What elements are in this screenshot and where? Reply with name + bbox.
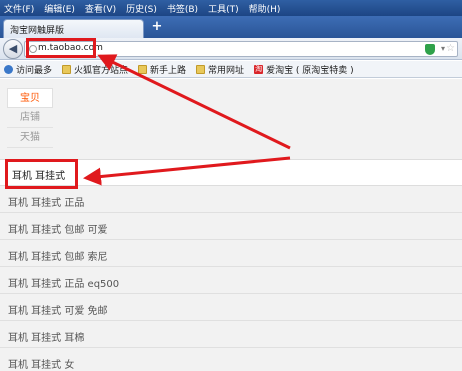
suggestion-item[interactable]: 耳机 耳挂式 包邮 索尼 bbox=[0, 241, 462, 267]
category-item-baobei[interactable]: 宝贝 bbox=[7, 88, 53, 108]
bookmark-common-sites[interactable]: 常用网址 bbox=[196, 63, 244, 76]
bookmark-getting-started[interactable]: 新手上路 bbox=[138, 63, 186, 76]
category-item-shop[interactable]: 店铺 bbox=[7, 108, 53, 128]
bookmark-label: 访问最多 bbox=[16, 65, 53, 76]
suggestion-item[interactable]: 耳机 耳挂式 正品 eq500 bbox=[0, 268, 462, 294]
folder-icon bbox=[62, 64, 72, 74]
folder-icon bbox=[138, 64, 148, 74]
bookmark-ai-taobao[interactable]: 淘 爱淘宝 ( 原淘宝特卖 ) bbox=[254, 63, 354, 76]
suggestion-text: 耳机 耳挂式 正品 eq500 bbox=[8, 279, 120, 290]
menu-bar: 文件(F) 编辑(E) 查看(V) 历史(S) 书签(B) 工具(T) 帮助(H… bbox=[0, 0, 462, 16]
suggestion-item[interactable]: 耳机 耳挂式 包邮 可爱 bbox=[0, 214, 462, 240]
tab-strip: 淘宝网触屏版 + bbox=[0, 16, 462, 38]
suggestion-item[interactable]: 耳机 耳挂式 可爱 免邮 bbox=[0, 295, 462, 321]
suggestion-item[interactable]: 耳机 耳挂式 正品 bbox=[0, 187, 462, 213]
suggestion-text: 耳机 耳挂式 女 bbox=[8, 360, 75, 371]
bookmark-label: 新手上路 bbox=[150, 65, 187, 76]
suggestion-text: 耳机 耳挂式 耳棉 bbox=[8, 333, 85, 344]
suggestion-item[interactable]: 耳机 耳挂式 耳棉 bbox=[0, 322, 462, 348]
menu-history[interactable]: 历史(S) bbox=[126, 2, 157, 15]
bookmark-label: 火狐官方站点 bbox=[74, 65, 129, 76]
bookmark-most-visited[interactable]: 访问最多 bbox=[4, 63, 52, 76]
menu-view[interactable]: 查看(V) bbox=[85, 2, 116, 15]
suggestion-text: 耳机 耳挂式 正品 bbox=[8, 198, 85, 209]
suggestion-item[interactable]: 耳机 耳挂式 女 bbox=[0, 349, 462, 371]
bookmark-firefox-site[interactable]: 火狐官方站点 bbox=[62, 63, 128, 76]
menu-bookmarks[interactable]: 书签(B) bbox=[167, 2, 198, 15]
url-highlight-box bbox=[26, 38, 96, 58]
suggestion-text: 耳机 耳挂式 包邮 可爱 bbox=[8, 225, 108, 236]
suggestion-text: 耳机 耳挂式 包邮 索尼 bbox=[8, 252, 108, 263]
bookmarks-bar: 访问最多 火狐官方站点 新手上路 常用网址 淘 爱淘宝 ( 原淘宝特卖 ) bbox=[0, 61, 462, 78]
bookmark-star-icon[interactable]: ☆ bbox=[446, 43, 455, 54]
tab-taobao[interactable]: 淘宝网触屏版 bbox=[3, 19, 144, 38]
menu-edit[interactable]: 编辑(E) bbox=[44, 2, 75, 15]
url-dropdown-icon[interactable]: ▾ bbox=[441, 44, 445, 53]
page-content: 宝贝 店铺 天猫 耳机 耳挂式 耳机 耳挂式 正品 耳机 耳挂式 包邮 可爱 耳… bbox=[0, 79, 462, 371]
globe-icon bbox=[4, 64, 13, 74]
menu-help[interactable]: 帮助(H) bbox=[249, 2, 281, 15]
shield-icon[interactable] bbox=[425, 44, 435, 55]
menu-file[interactable]: 文件(F) bbox=[4, 2, 34, 15]
tab-title: 淘宝网触屏版 bbox=[10, 26, 65, 36]
back-arrow-icon: ◀ bbox=[8, 42, 18, 55]
query-highlight-box bbox=[5, 159, 78, 189]
search-category-list: 宝贝 店铺 天猫 bbox=[7, 88, 53, 148]
menu-tools[interactable]: 工具(T) bbox=[208, 2, 239, 15]
back-button[interactable]: ◀ bbox=[3, 39, 23, 59]
bookmark-label: 爱淘宝 ( 原淘宝特卖 ) bbox=[266, 65, 354, 76]
bookmark-label: 常用网址 bbox=[208, 65, 245, 76]
taobao-icon: 淘 bbox=[254, 64, 264, 74]
category-item-tmall[interactable]: 天猫 bbox=[7, 128, 53, 148]
folder-icon bbox=[196, 64, 206, 74]
suggestion-text: 耳机 耳挂式 可爱 免邮 bbox=[8, 306, 108, 317]
new-tab-button[interactable]: + bbox=[150, 20, 164, 34]
